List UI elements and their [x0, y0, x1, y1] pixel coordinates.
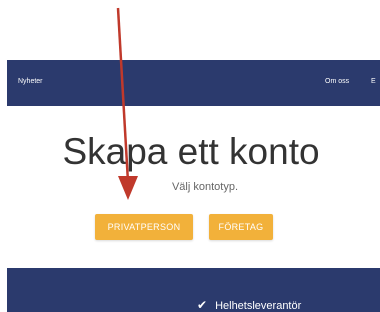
- private-person-button[interactable]: PRIVATPERSON: [95, 214, 193, 240]
- feature-label: Helhetsleverantör: [215, 300, 302, 312]
- feature-item: ✔ Helhetsleverantör: [197, 298, 301, 312]
- footer-band: ✔ Helhetsleverantör: [7, 268, 380, 312]
- page-title: Skapa ett konto: [62, 131, 320, 172]
- company-button[interactable]: FÖRETAG: [209, 214, 273, 240]
- page-subtitle: Välj kontotyp.: [171, 181, 239, 193]
- nav-link-news[interactable]: Nyheter: [18, 78, 43, 85]
- check-icon: ✔: [197, 298, 208, 312]
- top-navbar: Nyheter Om oss E: [7, 60, 380, 106]
- nav-link-partial[interactable]: E: [371, 78, 376, 85]
- nav-link-about[interactable]: Om oss: [325, 78, 349, 85]
